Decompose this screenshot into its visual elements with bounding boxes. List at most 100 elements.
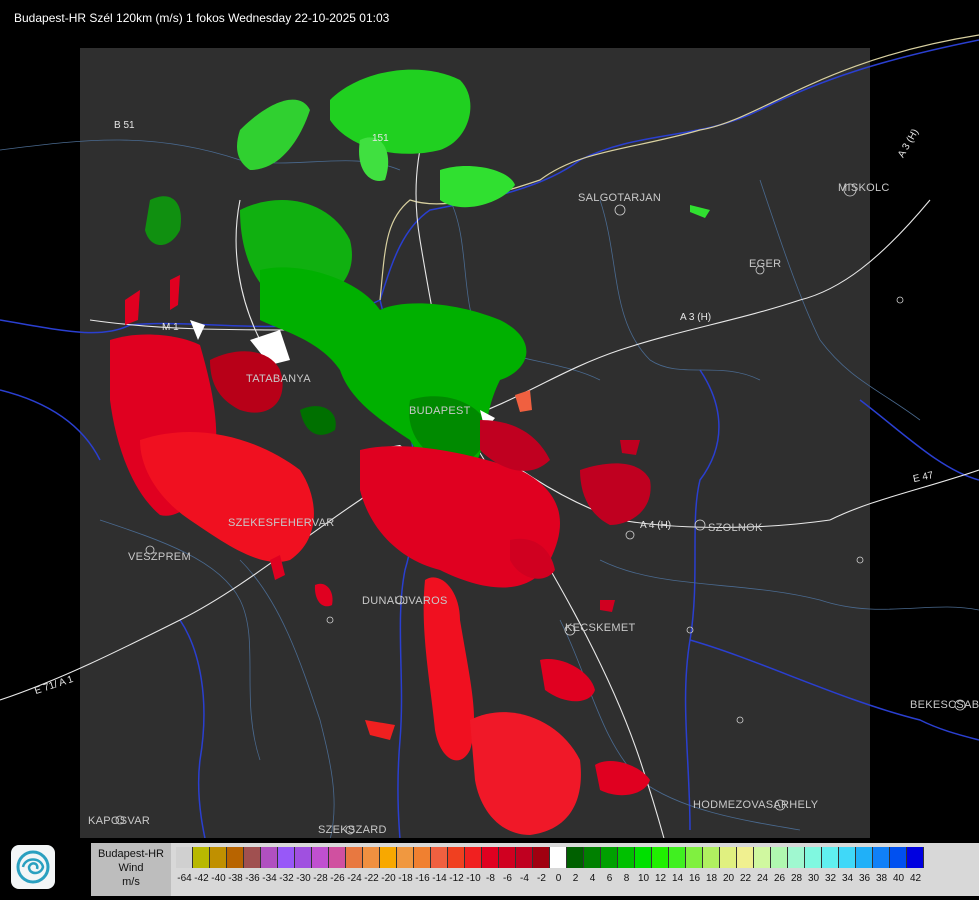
legend-tick-label: -26 xyxy=(330,873,345,884)
legend-tick-label: 4 xyxy=(589,873,596,884)
legend-swatch xyxy=(176,847,193,868)
legend-swatch xyxy=(482,847,499,868)
legend-tick-label: 14 xyxy=(671,873,684,884)
legend-swatch xyxy=(720,847,737,868)
legend-tick-label: -18 xyxy=(398,873,413,884)
legend-color-scale xyxy=(176,847,924,868)
legend-swatch xyxy=(737,847,754,868)
legend-tick-label: -30 xyxy=(296,873,311,884)
legend-tick-label: 8 xyxy=(623,873,630,884)
legend-tick-label: 42 xyxy=(909,873,922,884)
legend-swatch xyxy=(669,847,686,868)
legend-tick-label: 30 xyxy=(807,873,820,884)
legend-swatch xyxy=(499,847,516,868)
legend-tick-label: -40 xyxy=(211,873,226,884)
city-label-budapest: BUDAPEST xyxy=(409,405,471,417)
legend-swatch xyxy=(516,847,533,868)
legend-tick-label: 38 xyxy=(875,873,888,884)
legend-swatch xyxy=(414,847,431,868)
city-label-dunaujvaros: DUNAUJVAROS xyxy=(362,595,448,607)
legend-tick-label: 34 xyxy=(841,873,854,884)
city-label-salgotarjan: SALGOTARJAN xyxy=(578,192,662,204)
legend-swatch xyxy=(431,847,448,868)
legend-swatch xyxy=(839,847,856,868)
legend-swatch xyxy=(465,847,482,868)
legend-swatch xyxy=(550,847,567,868)
legend-swatch xyxy=(788,847,805,868)
city-label-kecskemet: KECSKEMET xyxy=(565,622,636,634)
legend-swatch xyxy=(312,847,329,868)
legend-swatch xyxy=(805,847,822,868)
met-service-logo xyxy=(11,845,55,889)
legend-swatch xyxy=(244,847,261,868)
legend-swatch xyxy=(329,847,346,868)
legend-tick-label: -36 xyxy=(245,873,260,884)
legend-tick-label: -16 xyxy=(415,873,430,884)
legend-tick-labels: -64 -42 -40 -38 -36 -34 -32 -30 -28 -26 -24 -22 -20-… xyxy=(176,873,924,884)
city-label-veszprem: VESZPREM xyxy=(128,551,191,563)
legend-swatch xyxy=(227,847,244,868)
legend-swatch xyxy=(363,847,380,868)
city-label-szekesfehervar: SZEKESFEHERVAR xyxy=(228,517,335,529)
legend-swatch xyxy=(448,847,465,868)
legend-tick-label: 20 xyxy=(722,873,735,884)
map-title: Budapest-HR Szél 120km (m/s) 1 fokos Wed… xyxy=(14,11,390,25)
legend-tick-label: -32 xyxy=(279,873,294,884)
legend-swatch xyxy=(652,847,669,868)
legend-quantity: Wind xyxy=(118,862,144,874)
legend-tick-label: 26 xyxy=(773,873,786,884)
legend-swatch xyxy=(771,847,788,868)
legend-tick-label: 36 xyxy=(858,873,871,884)
city-label-szolnok: SZOLNOK xyxy=(708,522,763,534)
legend-swatch xyxy=(193,847,210,868)
legend-swatch xyxy=(533,847,550,868)
legend-tick-label: 40 xyxy=(892,873,905,884)
city-label-eger: EGER xyxy=(749,258,782,270)
legend-swatch xyxy=(601,847,618,868)
legend-swatch xyxy=(703,847,720,868)
legend-tick-label: 28 xyxy=(790,873,803,884)
legend-swatch xyxy=(686,847,703,868)
legend-swatch xyxy=(278,847,295,868)
legend-tick-label: -20 xyxy=(381,873,396,884)
legend-unit: m/s xyxy=(122,876,140,888)
legend-tick-label: 12 xyxy=(654,873,667,884)
legend-tick-label: -22 xyxy=(364,873,379,884)
legend-swatch xyxy=(754,847,771,868)
legend-swatch xyxy=(907,847,924,868)
legend-tick-label: -38 xyxy=(228,873,243,884)
city-label-kaposvar: KAPOSVAR xyxy=(88,815,151,827)
legend-tick-label: 32 xyxy=(824,873,837,884)
legend-tick-label: -12 xyxy=(449,873,464,884)
legend-swatch xyxy=(261,847,278,868)
legend-swatch xyxy=(210,847,227,868)
city-label-bekescsaba: BEKESCSABA xyxy=(910,699,979,711)
legend-tick-label: 2 xyxy=(572,873,579,884)
legend-tick-label: -4 xyxy=(520,873,529,884)
city-label-hodmezovasarhely: HODMEZOVASARHELY xyxy=(693,799,819,811)
legend-tick-label: -8 xyxy=(486,873,495,884)
legend-tick-label: -28 xyxy=(313,873,328,884)
legend-swatch xyxy=(890,847,907,868)
legend-swatch xyxy=(822,847,839,868)
legend-tick-label: -24 xyxy=(347,873,362,884)
legend-title: Budapest-HR xyxy=(97,848,165,860)
legend-swatch xyxy=(567,847,584,868)
legend-tick-label: 0 xyxy=(555,873,562,884)
legend-tick-label: 6 xyxy=(606,873,613,884)
city-label-tatabanya: TATABANYA xyxy=(246,373,311,385)
legend-tick-label: 24 xyxy=(756,873,769,884)
road-label-a4: A 4 (H) xyxy=(640,520,672,531)
legend-swatch xyxy=(856,847,873,868)
radar-map xyxy=(0,0,979,900)
legend-tick-label: 22 xyxy=(739,873,752,884)
legend-tick-label: 18 xyxy=(705,873,718,884)
legend-tick-label: -34 xyxy=(262,873,277,884)
legend-swatch xyxy=(346,847,363,868)
legend-tick-label: 16 xyxy=(688,873,701,884)
road-label-a3: A 3 (H) xyxy=(680,312,712,323)
legend-tick-label: -2 xyxy=(537,873,546,884)
legend-swatch xyxy=(295,847,312,868)
legend-swatch xyxy=(635,847,652,868)
legend-label-box: Budapest-HR Wind m/s xyxy=(91,843,171,896)
